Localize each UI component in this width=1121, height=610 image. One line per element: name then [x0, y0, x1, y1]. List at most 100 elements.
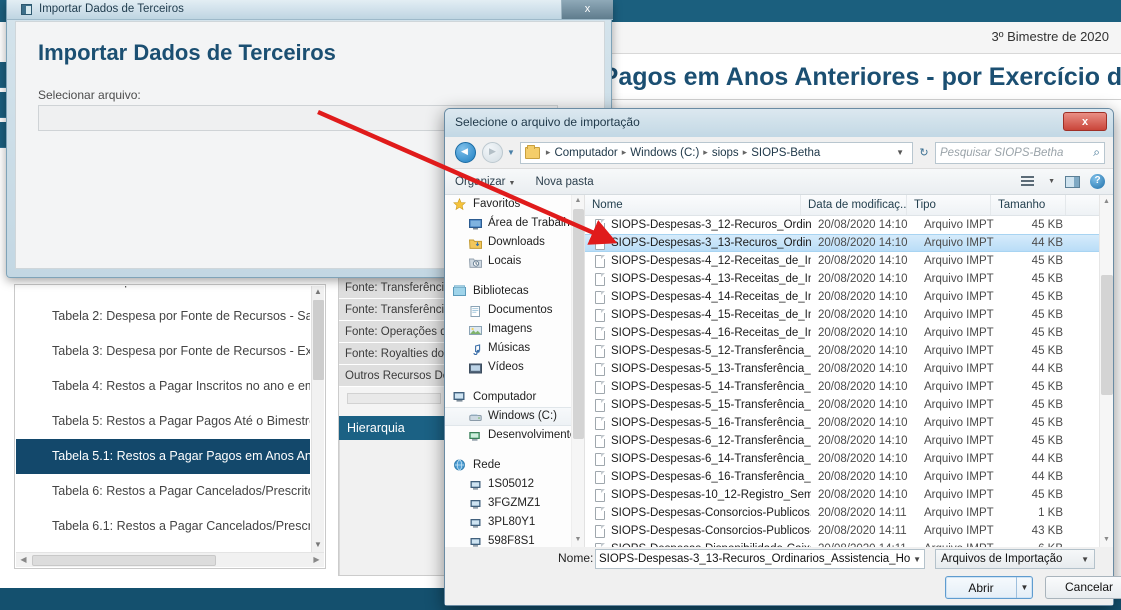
tree-item-tabela-1[interactable]: Tabela 1: Disponibilidade de Caixa	[16, 286, 310, 299]
file-name-input[interactable]: SIOPS-Despesas-3_13-Recuros_Ordinarios_A…	[595, 549, 925, 569]
table-row[interactable]: SIOPS-Despesas-3_13-Recuros_Ordinario...…	[585, 234, 1113, 252]
tree-item-tabela-5-1[interactable]: Tabela 5.1: Restos a Pagar Pagos em Anos…	[16, 439, 310, 474]
tree-item-tabela-6[interactable]: Tabela 6: Restos a Pagar Cancelados/Pres…	[16, 474, 310, 509]
column-header-tamanho[interactable]: Tamanho	[991, 195, 1066, 215]
tree-item-tabela-4[interactable]: Tabela 4: Restos a Pagar Inscritos no an…	[16, 369, 310, 404]
places-group-computador[interactable]: Computador	[445, 388, 584, 407]
tree-item-tabela-6-1[interactable]: Tabela 6.1: Restos a Pagar Cancelados/Pr…	[16, 509, 310, 544]
scrollbar-thumb[interactable]	[1101, 275, 1113, 395]
chevron-down-icon[interactable]: ▼	[896, 148, 908, 157]
table-row[interactable]: SIOPS-Despesas-5_14-Transferência_SUS...…	[585, 378, 1113, 396]
close-button[interactable]: x	[561, 0, 613, 19]
refresh-icon[interactable]: ↻	[913, 146, 935, 159]
history-dropdown-icon[interactable]: ▼	[507, 148, 515, 157]
fonte-row[interactable]: Fonte: Royalties do Pe	[339, 343, 445, 365]
places-item-videos[interactable]: Vídeos	[445, 358, 584, 377]
places-group-rede[interactable]: Rede	[445, 456, 584, 475]
places-item-area-de-trabalho[interactable]: Área de Trabalho	[445, 214, 584, 233]
fonte-horizontal-scrollbar[interactable]	[347, 393, 441, 404]
places-item-locais[interactable]: Locais	[445, 252, 584, 271]
new-folder-button[interactable]: Nova pasta	[525, 176, 603, 188]
places-item-1s05012[interactable]: 1S05012	[445, 475, 584, 494]
open-button[interactable]: Abrir ▼	[945, 576, 1033, 599]
scrollbar-thumb[interactable]	[313, 300, 324, 380]
table-row[interactable]: SIOPS-Despesas-4_14-Receitas_de_Impos...…	[585, 288, 1113, 306]
tree-item-tabela-5[interactable]: Tabela 5: Restos a Pagar Pagos Até o Bim…	[16, 404, 310, 439]
column-header-data[interactable]: Data de modificaç...	[801, 195, 907, 215]
tree-item-tabela-3[interactable]: Tabela 3: Despesa por Fonte de Recursos …	[16, 334, 310, 369]
preview-pane-icon[interactable]	[1065, 175, 1080, 188]
table-row[interactable]: SIOPS-Despesas-Disponibilidade-Caixa.I..…	[585, 540, 1113, 547]
table-row[interactable]: SIOPS-Despesas-5_16-Transferência_SUS...…	[585, 414, 1113, 432]
places-item-3pl80y1[interactable]: 3PL80Y1	[445, 513, 584, 532]
scroll-up-icon[interactable]: ▲	[1100, 195, 1113, 209]
places-item-documentos[interactable]: Documentos	[445, 301, 584, 320]
scrollbar-thumb[interactable]	[573, 209, 584, 439]
table-row[interactable]: SIOPS-Despesas-5_12-Transferência_SUS...…	[585, 342, 1113, 360]
breadcrumb-windows-c[interactable]: Windows (C:)	[628, 147, 701, 159]
scroll-up-icon[interactable]: ▲	[312, 286, 324, 299]
table-row[interactable]: SIOPS-Despesas-4_13-Receitas_de_Impos...…	[585, 270, 1113, 288]
scroll-right-icon[interactable]: ▶	[310, 554, 323, 567]
scroll-up-icon[interactable]: ▲	[572, 195, 584, 208]
places-item-598f8s1[interactable]: 598F8S1	[445, 532, 584, 547]
file-type-filter[interactable]: Arquivos de Importação ▼	[935, 549, 1095, 569]
scroll-left-icon[interactable]: ◀	[17, 554, 30, 567]
places-item-imagens[interactable]: Imagens	[445, 320, 584, 339]
scrollbar-thumb[interactable]	[32, 555, 216, 566]
scroll-down-icon[interactable]: ▼	[1100, 533, 1113, 547]
places-item-downloads[interactable]: Downloads	[445, 233, 584, 252]
table-row[interactable]: SIOPS-Despesas-4_12-Receitas_de_Impos...…	[585, 252, 1113, 270]
table-row[interactable]: SIOPS-Despesas-Consorcios-Publicos-AS...…	[585, 522, 1113, 540]
table-row[interactable]: SIOPS-Despesas-3_12-Recuros_Ordinario...…	[585, 216, 1113, 234]
forward-arrow-icon[interactable]	[482, 142, 503, 163]
fonte-row[interactable]: Outros Recursos Dest	[339, 365, 445, 387]
tree-horizontal-scrollbar[interactable]: ◀ ▶	[16, 552, 324, 567]
organize-menu[interactable]: Organizar ▼	[445, 176, 525, 188]
table-row[interactable]: SIOPS-Despesas-4_15-Receitas_de_Impos...…	[585, 306, 1113, 324]
places-item-windows-c[interactable]: Windows (C:)	[445, 407, 584, 426]
file-list-scrollbar[interactable]: ▲ ▼	[1099, 195, 1113, 547]
close-button[interactable]: x	[1063, 112, 1107, 131]
table-row[interactable]: SIOPS-Despesas-6_16-Transferência_SUS...…	[585, 468, 1113, 486]
column-header-nome[interactable]: Nome	[585, 195, 801, 215]
scroll-down-icon[interactable]: ▼	[572, 534, 584, 547]
list-view-icon[interactable]	[1021, 176, 1035, 187]
places-item-3fgzmz1[interactable]: 3FGZMZ1	[445, 494, 584, 513]
places-group-bibliotecas[interactable]: Bibliotecas	[445, 282, 584, 301]
scroll-down-icon[interactable]: ▼	[312, 539, 324, 552]
fonte-row[interactable]: Fonte: Operações de	[339, 321, 445, 343]
places-scrollbar[interactable]: ▲ ▼	[571, 195, 584, 547]
fonte-row[interactable]: Fonte: Transferências	[339, 299, 445, 321]
places-item-desenvolvimento[interactable]: Desenvolvimento	[445, 426, 584, 445]
tree-vertical-scrollbar[interactable]: ▲ ▼	[311, 286, 324, 552]
back-arrow-icon[interactable]	[455, 142, 476, 163]
cancel-button[interactable]: Cancelar	[1045, 576, 1121, 599]
column-header-tipo[interactable]: Tipo	[907, 195, 991, 215]
breadcrumb-computador[interactable]: Computador	[552, 147, 619, 159]
table-row[interactable]: SIOPS-Despesas-Consorcios-Publicos.IM...…	[585, 504, 1113, 522]
chevron-down-icon[interactable]: ▼	[1016, 577, 1032, 598]
tree-group-covid-19[interactable]: ⌄COVID - 19	[16, 544, 310, 551]
search-input[interactable]: Pesquisar SIOPS-Betha ⌕	[935, 141, 1105, 164]
table-row[interactable]: SIOPS-Despesas-5_13-Transferência_SUS...…	[585, 360, 1113, 378]
table-row[interactable]: SIOPS-Despesas-4_16-Receitas_de_Impos...…	[585, 324, 1113, 342]
table-row[interactable]: SIOPS-Despesas-10_12-Registro_Sem_Re... 2…	[585, 486, 1113, 504]
chevron-down-icon[interactable]: ▼	[910, 555, 921, 564]
table-row[interactable]: SIOPS-Despesas-6_12-Transferência_SUS...…	[585, 432, 1113, 450]
places-item-musicas[interactable]: Músicas	[445, 339, 584, 358]
file-dialog-titlebar[interactable]: Selecione o arquivo de importação x	[445, 109, 1113, 137]
chevron-down-icon[interactable]: ▼	[1048, 178, 1055, 185]
import-window-titlebar[interactable]: Importar Dados de Terceiros x	[7, 0, 613, 20]
table-row[interactable]: SIOPS-Despesas-5_15-Transferência_SUS...…	[585, 396, 1113, 414]
fonte-row[interactable]: Fonte: Transferências	[339, 277, 445, 299]
breadcrumb-siops-betha[interactable]: SIOPS-Betha	[749, 147, 822, 159]
breadcrumb-siops[interactable]: siops	[710, 147, 741, 159]
magnifier-icon[interactable]: ⌕	[1093, 145, 1100, 160]
chevron-down-icon[interactable]: ▼	[1081, 555, 1089, 564]
table-row[interactable]: SIOPS-Despesas-6_14-Transferência_SUS...…	[585, 450, 1113, 468]
places-group-favoritos[interactable]: Favoritos	[445, 195, 584, 214]
tree-item-tabela-2[interactable]: Tabela 2: Despesa por Fonte de Recursos …	[16, 299, 310, 334]
breadcrumb-bar[interactable]: ▸ Computador ▸ Windows (C:) ▸ siops ▸ SI…	[519, 141, 913, 164]
help-icon[interactable]: ?	[1090, 174, 1105, 189]
